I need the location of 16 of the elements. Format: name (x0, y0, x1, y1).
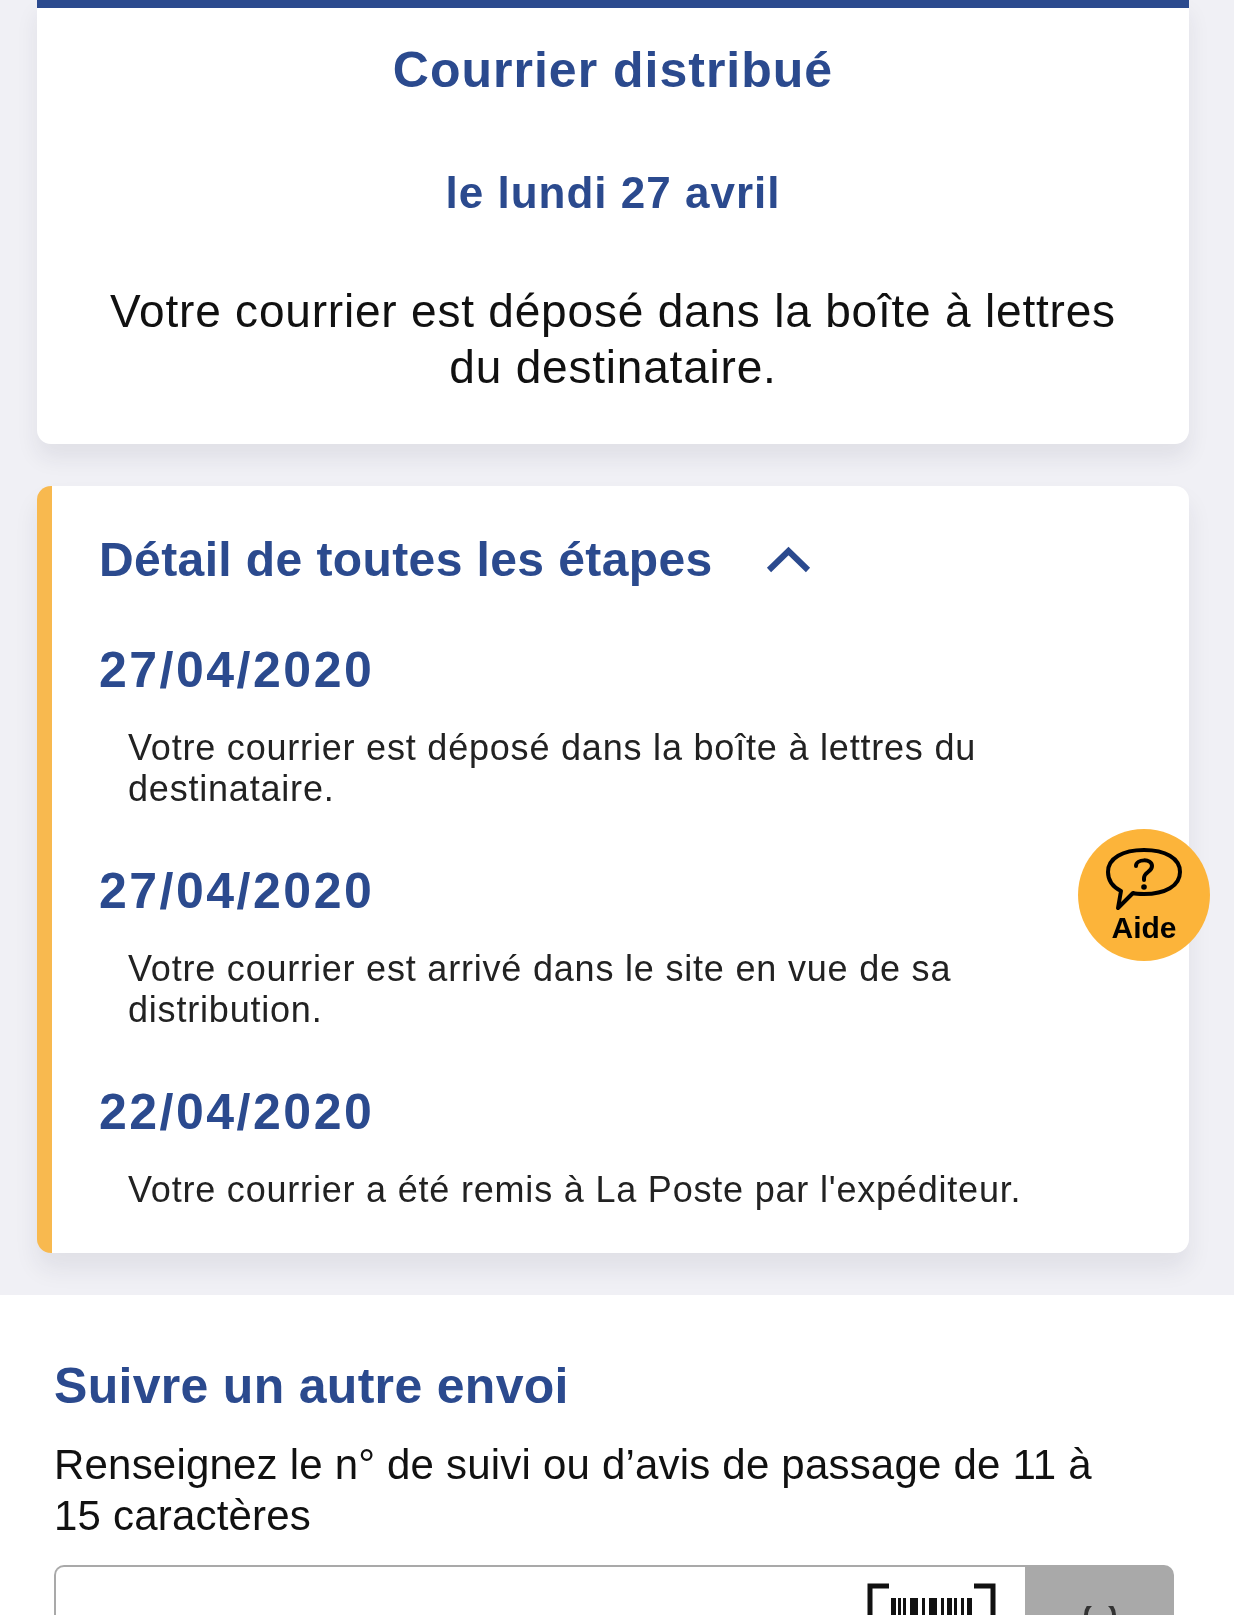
step-description: Votre courrier est arrivé dans le site en vue de sa distribution. (127, 948, 953, 1030)
instructions-text: Renseignez le n° de suivi ou d’avis de passage de 11 à 15 caractères (54, 1440, 1093, 1541)
step-date: 27/04/2020 (99, 863, 376, 919)
tracking-input[interactable] (54, 1565, 1025, 1615)
step-description: Votre courrier a été remis à La Poste par l'expéditeur. (127, 1169, 1023, 1210)
status-date: le lundi 27 avril (444, 168, 782, 218)
status-title: Courrier distribué (391, 42, 835, 98)
step-date: 27/04/2020 (99, 642, 376, 698)
step-date: 22/04/2020 (99, 1084, 376, 1140)
barcode-icon[interactable] (867, 1583, 996, 1615)
question-bubble-icon (1105, 847, 1183, 911)
status-message: Votre courrier est déposé dans la boîte à lettres du destinataire. (109, 284, 1117, 395)
step-description: Votre courrier est déposé dans la boîte à lettres du destinataire. (127, 727, 978, 809)
search-icon (1081, 1606, 1118, 1615)
section-title: Suivre un autre envoi (54, 1357, 570, 1415)
steps-toggle[interactable]: Détail de toutes les étapes (99, 532, 812, 588)
